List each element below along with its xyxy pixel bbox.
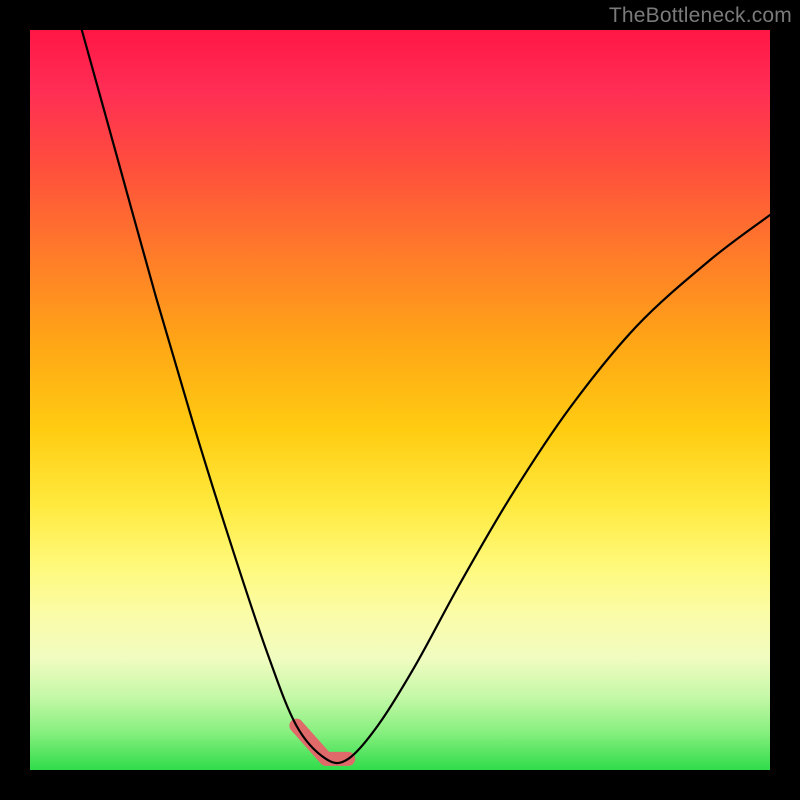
- plot-area: [30, 30, 770, 770]
- chart-svg: [30, 30, 770, 770]
- outer-frame: TheBottleneck.com: [0, 0, 800, 800]
- watermark-text: TheBottleneck.com: [609, 4, 792, 28]
- bottleneck-curve: [82, 30, 770, 763]
- curve-highlight: [296, 726, 348, 759]
